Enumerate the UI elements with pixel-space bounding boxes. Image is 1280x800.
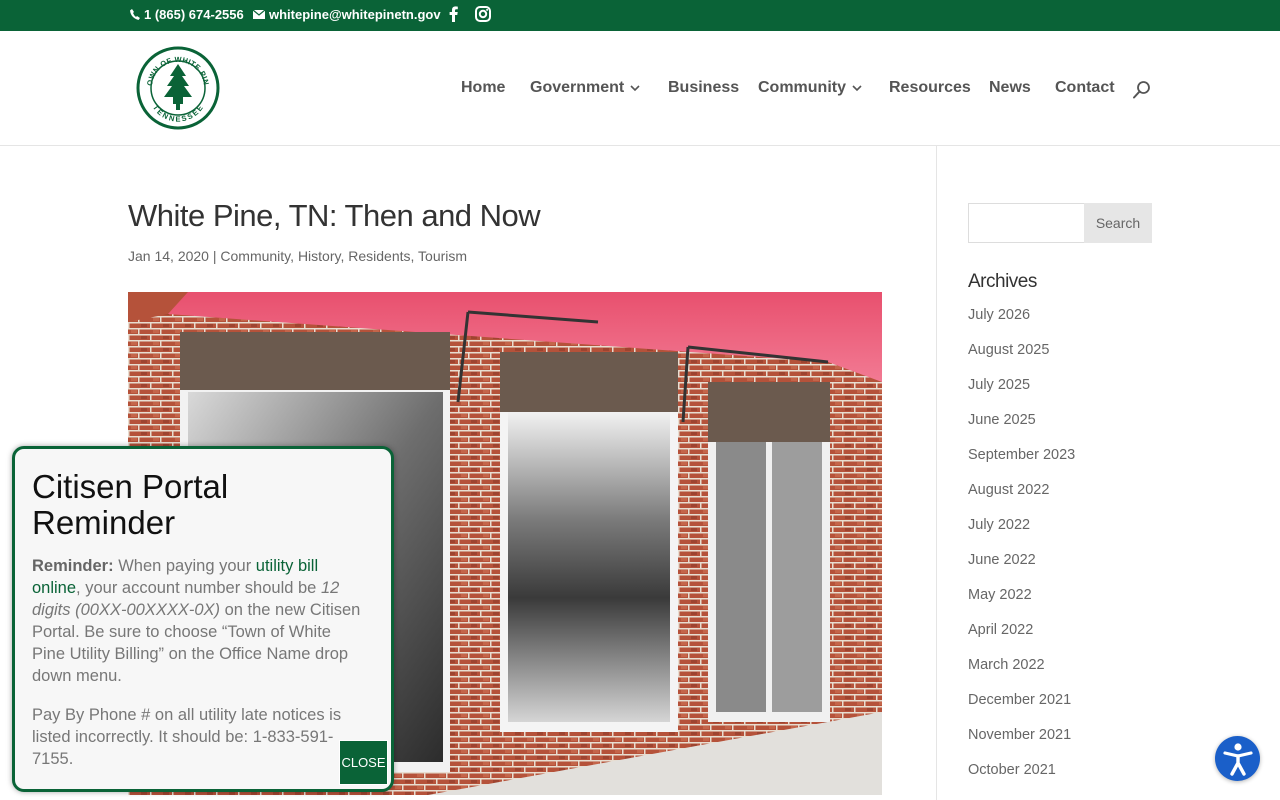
sidebar-search: Search bbox=[968, 203, 1152, 243]
chevron-down-icon bbox=[630, 84, 640, 91]
instagram-link[interactable] bbox=[475, 6, 491, 22]
archive-link[interactable]: March 2022 bbox=[968, 655, 1075, 690]
post-date: Jan 14, 2020 bbox=[128, 248, 209, 264]
archive-link[interactable]: July 2022 bbox=[968, 515, 1075, 550]
nav-label: Resources bbox=[889, 79, 971, 96]
site-header: TOWN OF WHITE PINE TENNESSEE Home Govern… bbox=[0, 31, 1280, 146]
nav-label: Community bbox=[758, 79, 846, 96]
nav-home[interactable]: Home bbox=[461, 79, 505, 97]
nav-government[interactable]: Government bbox=[530, 79, 640, 97]
archive-list: July 2026 August 2025 July 2025 June 202… bbox=[968, 305, 1075, 795]
archive-link[interactable]: May 2022 bbox=[968, 585, 1075, 620]
post-meta: Jan 14, 2020 | Community, History, Resid… bbox=[128, 248, 468, 264]
email-address: whitepine@whitepinetn.gov bbox=[269, 7, 441, 22]
popup-title: Citisen Portal Reminder bbox=[32, 468, 229, 541]
archive-link[interactable]: July 2026 bbox=[968, 305, 1075, 340]
post-title: White Pine, TN: Then and Now bbox=[128, 198, 541, 233]
nav-label: Business bbox=[668, 79, 740, 96]
archive-link[interactable]: October 2021 bbox=[968, 760, 1075, 795]
popup-phone-notice: Pay By Phone # on all utility late notic… bbox=[32, 706, 342, 768]
archive-link[interactable]: June 2025 bbox=[968, 410, 1075, 445]
chevron-down-icon bbox=[852, 84, 862, 91]
nav-contact[interactable]: Contact bbox=[1055, 79, 1115, 97]
category-link[interactable]: History bbox=[298, 248, 341, 264]
popup-reminder-text: Reminder: When paying your utility bill … bbox=[32, 555, 367, 687]
close-button[interactable]: CLOSE bbox=[339, 740, 388, 785]
facebook-link[interactable] bbox=[449, 6, 458, 22]
popup-text: , your account number should be bbox=[76, 579, 321, 597]
sidebar-divider bbox=[936, 146, 937, 800]
category-link[interactable]: Tourism bbox=[418, 248, 467, 264]
nav-news[interactable]: News bbox=[989, 79, 1031, 97]
phone-icon bbox=[130, 9, 140, 20]
reminder-label: Reminder: bbox=[32, 557, 114, 575]
phone-number: 1 (865) 674-2556 bbox=[144, 7, 244, 22]
instagram-icon bbox=[475, 6, 491, 22]
nav-label: Home bbox=[461, 79, 506, 96]
nav-community[interactable]: Community bbox=[758, 79, 862, 97]
reminder-popup: Citisen Portal Reminder Reminder: When p… bbox=[12, 446, 394, 792]
category-link[interactable]: Community bbox=[220, 248, 290, 264]
accessibility-button[interactable] bbox=[1215, 736, 1260, 781]
nav-label: Government bbox=[530, 79, 625, 96]
nav-label: News bbox=[989, 79, 1031, 96]
archive-link[interactable]: July 2025 bbox=[968, 375, 1075, 410]
category-link[interactable]: Residents bbox=[348, 248, 410, 264]
email-link[interactable]: whitepine@whitepinetn.gov bbox=[253, 7, 441, 22]
archive-link[interactable]: August 2022 bbox=[968, 480, 1075, 515]
archives-title: Archives bbox=[968, 271, 1037, 292]
phone-link[interactable]: 1 (865) 674-2556 bbox=[130, 7, 244, 22]
archive-link[interactable]: September 2023 bbox=[968, 445, 1075, 480]
nav-label: Contact bbox=[1055, 79, 1115, 96]
search-icon[interactable] bbox=[1132, 80, 1152, 100]
archive-link[interactable]: April 2022 bbox=[968, 620, 1075, 655]
facebook-icon bbox=[449, 6, 458, 22]
search-button[interactable]: Search bbox=[1084, 203, 1152, 243]
archive-link[interactable]: November 2021 bbox=[968, 725, 1075, 760]
archive-link[interactable]: June 2022 bbox=[968, 550, 1075, 585]
meta-separator: | bbox=[208, 248, 221, 264]
nav-business[interactable]: Business bbox=[668, 79, 739, 97]
archive-link[interactable]: August 2025 bbox=[968, 340, 1075, 375]
envelope-icon bbox=[253, 10, 265, 19]
archive-link[interactable]: December 2021 bbox=[968, 690, 1075, 725]
accessibility-icon bbox=[1222, 742, 1253, 776]
search-input[interactable] bbox=[968, 203, 1086, 243]
nav-resources[interactable]: Resources bbox=[889, 79, 971, 97]
top-bar: 1 (865) 674-2556 whitepine@whitepinetn.g… bbox=[0, 0, 1280, 31]
town-logo[interactable]: TOWN OF WHITE PINE TENNESSEE bbox=[136, 46, 220, 130]
popup-text: When paying your bbox=[113, 557, 256, 575]
